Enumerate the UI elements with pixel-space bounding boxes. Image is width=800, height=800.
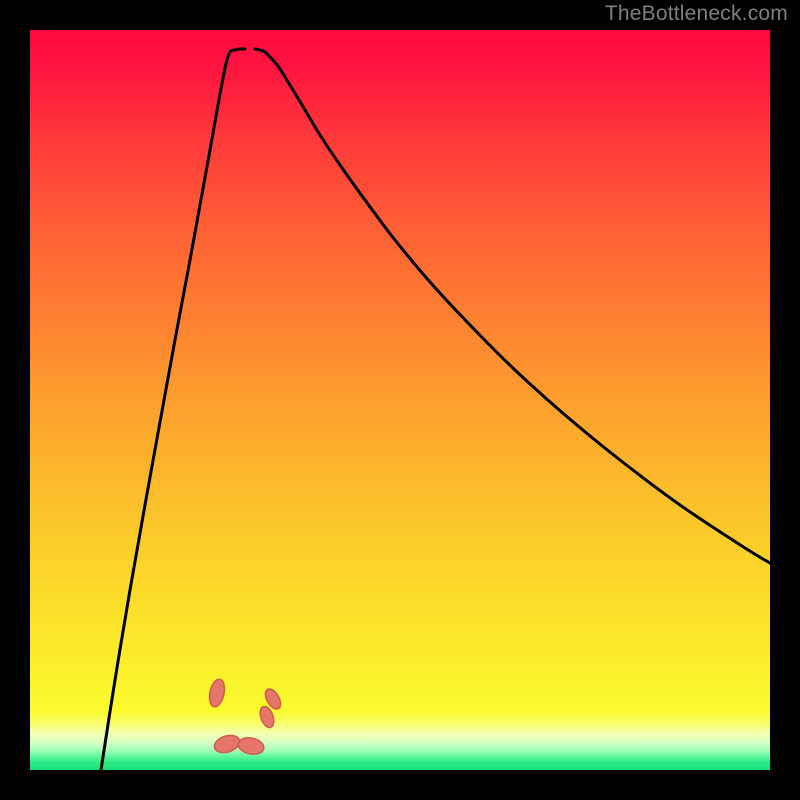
chart-svg bbox=[30, 30, 770, 770]
plot-area bbox=[30, 30, 770, 770]
canvas: TheBottleneck.com bbox=[0, 0, 800, 800]
marker-b bbox=[212, 732, 242, 755]
curve-left bbox=[101, 49, 245, 770]
curve-right bbox=[255, 49, 770, 563]
marker-c bbox=[237, 735, 266, 756]
watermark: TheBottleneck.com bbox=[605, 2, 788, 26]
marker-a bbox=[207, 678, 227, 708]
chart-markers bbox=[207, 678, 283, 757]
